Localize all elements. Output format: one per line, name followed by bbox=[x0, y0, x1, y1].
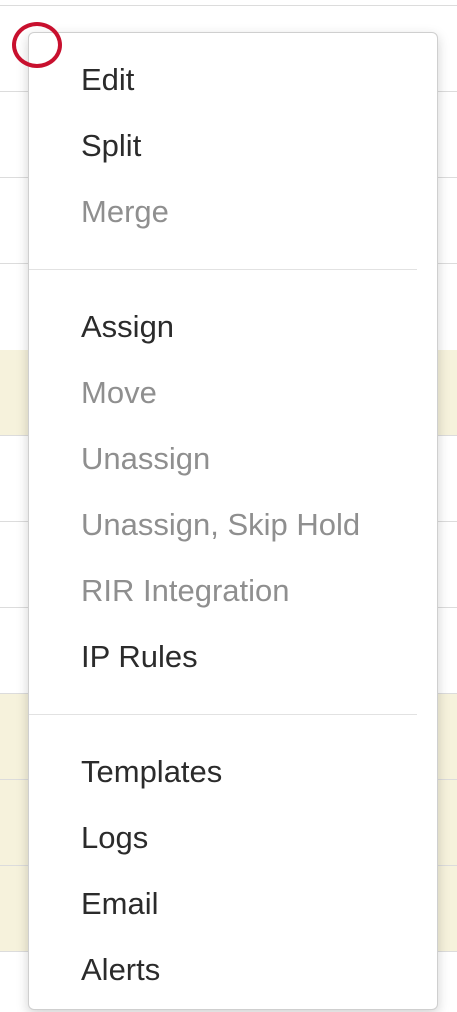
menu-item-edit[interactable]: Edit bbox=[29, 47, 437, 113]
menu-item-unassign: Unassign bbox=[81, 441, 211, 476]
menu-divider bbox=[29, 269, 417, 270]
menu-item-unassign-skip-hold: Unassign, Skip Hold bbox=[81, 507, 361, 542]
menu-item-move: Move bbox=[81, 375, 157, 410]
menu-item-logs[interactable]: Logs bbox=[29, 805, 437, 871]
annotation-circle bbox=[12, 22, 62, 68]
menu-group-assign: Assign Move Unassign Unassign, Skip Hold… bbox=[29, 294, 437, 690]
menu-item-alerts[interactable]: Alerts bbox=[29, 937, 437, 1003]
menu-item-rir-integration: RIR Integration bbox=[81, 573, 290, 608]
menu-item-merge: Merge bbox=[81, 194, 169, 229]
menu-item-assign[interactable]: Assign bbox=[29, 294, 437, 360]
menu-item-templates[interactable]: Templates bbox=[29, 739, 437, 805]
menu-item-email[interactable]: Email bbox=[29, 871, 437, 937]
menu-divider bbox=[29, 714, 417, 715]
context-menu: Edit Split Merge Assign Move Unassign Un… bbox=[28, 32, 438, 1010]
menu-item-split[interactable]: Split bbox=[29, 113, 437, 179]
menu-group-tools: Templates Logs Email Alerts bbox=[29, 739, 437, 1003]
menu-group-edit: Edit Split Merge bbox=[29, 47, 437, 245]
menu-item-ip-rules[interactable]: IP Rules bbox=[29, 624, 437, 690]
